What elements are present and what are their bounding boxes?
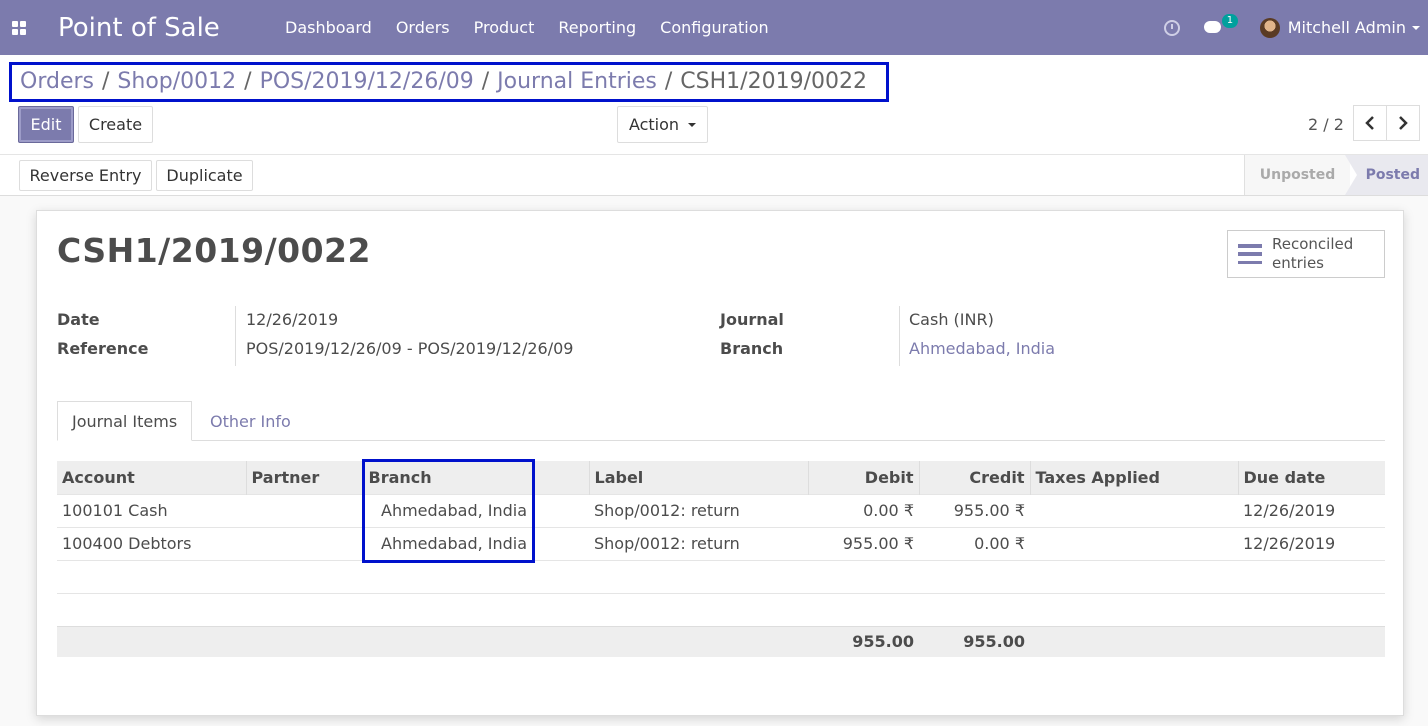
breadcrumb-journal-entries[interactable]: Journal Entries [497,69,657,94]
cell-credit: 0.00 ₹ [919,526,1030,560]
reference-value[interactable]: POS/2019/12/26/09 - POS/2019/12/26/09 [246,339,573,358]
menu-configuration[interactable]: Configuration [648,18,781,37]
notebook-tabs: Journal Items Other Info [57,401,1385,441]
branch-link[interactable]: Ahmedabad, India [909,339,1055,358]
col-credit[interactable]: Credit [918,461,1030,494]
main-menu: Dashboard Orders Product Reporting Confi… [273,18,781,37]
tab-other-info[interactable]: Other Info [196,401,305,441]
status-posted[interactable]: Posted [1345,155,1428,195]
table-row[interactable]: 100101 Cash Ahmedabad, India Shop/0012: … [57,493,1385,527]
col-label[interactable]: Label [588,461,808,494]
date-value[interactable]: 12/26/2019 [246,310,338,329]
reference-label: Reference [57,339,149,358]
action-caret-icon [688,122,697,127]
pager-previous-button[interactable] [1353,105,1387,141]
journal-label: Journal [720,310,784,329]
app-title[interactable]: Point of Sale [58,13,273,43]
table-header-row: Account Partner Branch Label Debit Credi… [57,461,1385,494]
menu-orders[interactable]: Orders [384,18,462,37]
chevron-left-icon [1365,116,1374,130]
apps-menu-icon[interactable] [0,0,38,55]
user-avatar[interactable] [1259,17,1280,38]
control-divider [0,154,1428,155]
totals-row: 955.00 955.00 [57,625,1385,657]
col-due-date[interactable]: Due date [1237,461,1385,494]
edit-button[interactable]: Edit [18,106,74,143]
cell-partner [246,526,363,560]
col-account[interactable]: Account [57,461,246,494]
breadcrumb-orders[interactable]: Orders [20,69,94,94]
top-navbar: Point of Sale Dashboard Orders Product R… [0,0,1428,55]
cell-label: Shop/0012: return [589,526,808,560]
user-menu-caret-icon[interactable] [1412,25,1420,30]
create-button[interactable]: Create [78,106,153,143]
activity-clock-icon[interactable] [1163,19,1180,36]
reconciled-entries-label: Reconciled entries [1272,235,1354,272]
status-unposted[interactable]: Unposted [1244,155,1350,195]
messaging-chat-icon[interactable]: 1 [1203,13,1239,36]
breadcrumb-current: CSH1/2019/0022 [680,69,867,94]
cell-partner [246,493,363,527]
journal-value[interactable]: Cash (INR) [909,310,994,329]
breadcrumb-shop[interactable]: Shop/0012 [117,69,236,94]
control-panel: Orders / Shop/0012 / POS/2019/12/26/09 /… [0,55,1428,196]
cell-debit: 0.00 ₹ [808,493,919,527]
menu-dashboard[interactable]: Dashboard [273,18,384,37]
cell-taxes [1030,526,1238,560]
empty-row [57,559,1385,593]
cell-due-date: 12/26/2019 [1238,526,1385,560]
form-sheet: CSH1/2019/0022 Reconciled entries Date 1… [36,210,1404,716]
chevron-right-icon [1399,116,1408,130]
record-title: CSH1/2019/0022 [57,231,371,270]
total-credit: 955.00 [919,625,1030,657]
journal-items-table: Account Partner Branch Label Debit Credi… [57,461,1385,657]
action-dropdown[interactable]: Action [617,106,708,143]
date-label: Date [57,310,100,329]
cell-label: Shop/0012: return [589,493,808,527]
cell-taxes [1030,493,1238,527]
branch-column-highlight [362,459,535,563]
reverse-entry-button[interactable]: Reverse Entry [19,160,152,191]
cell-due-date: 12/26/2019 [1238,493,1385,527]
menu-reporting[interactable]: Reporting [546,18,648,37]
branch-label: Branch [720,339,784,358]
reconciled-entries-button[interactable]: Reconciled entries [1227,230,1385,278]
pager-counter[interactable]: 2 / 2 [1308,115,1344,134]
tab-journal-items[interactable]: Journal Items [57,401,193,441]
user-menu-name[interactable]: Mitchell Admin [1288,18,1406,37]
pager-next-button[interactable] [1386,105,1420,141]
empty-row [57,592,1385,626]
cell-debit: 955.00 ₹ [808,526,919,560]
breadcrumb-session[interactable]: POS/2019/12/26/09 [260,69,474,94]
cell-credit: 955.00 ₹ [919,493,1030,527]
duplicate-button[interactable]: Duplicate [156,160,253,191]
col-taxes-applied[interactable]: Taxes Applied [1029,461,1238,494]
list-icon [1238,244,1262,264]
table-row[interactable]: 100400 Debtors Ahmedabad, India Shop/001… [57,526,1385,560]
menu-product[interactable]: Product [462,18,547,37]
chat-counter-badge: 1 [1221,13,1239,28]
total-debit: 955.00 [808,625,919,657]
col-debit[interactable]: Debit [807,461,919,494]
col-partner[interactable]: Partner [245,461,363,494]
action-label: Action [628,115,680,134]
breadcrumb: Orders / Shop/0012 / POS/2019/12/26/09 /… [20,69,867,94]
cell-account: 100400 Debtors [57,526,246,560]
cell-account: 100101 Cash [57,493,246,527]
